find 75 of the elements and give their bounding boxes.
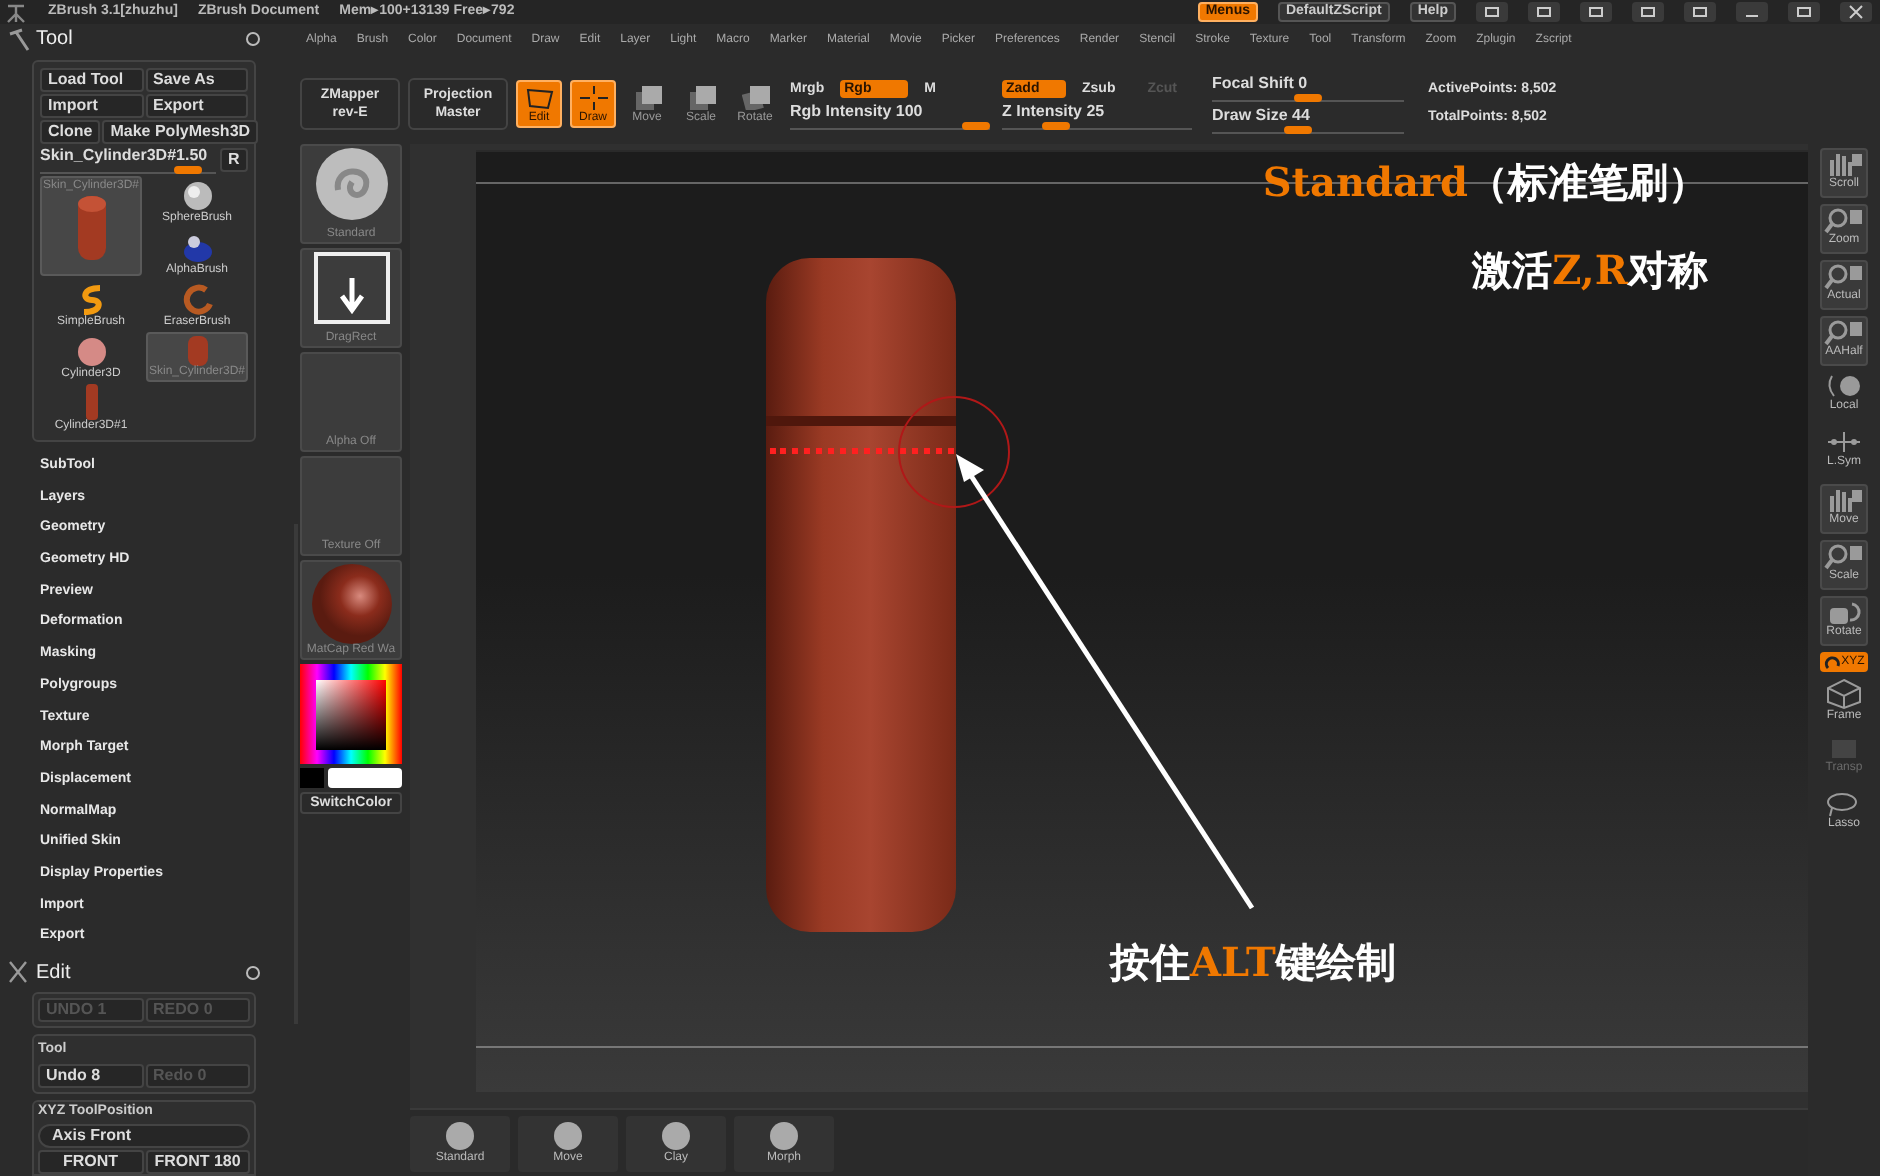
magnifier-icon	[1824, 206, 1864, 234]
edit-frame-icon	[523, 85, 555, 109]
slider-label: Draw Size 44	[1212, 106, 1312, 126]
focal-slider-track[interactable]	[1212, 94, 1404, 102]
cube-icon	[1824, 678, 1864, 710]
scissors-icon	[6, 960, 30, 985]
history-button[interactable]: Undo 8	[38, 1063, 143, 1087]
magnifier-icon	[1824, 262, 1864, 290]
refresh-icon[interactable]	[244, 963, 262, 982]
slider-thumb[interactable]	[1294, 94, 1322, 102]
slider-label: Focal Shift 0	[1212, 74, 1310, 94]
close-icon[interactable]	[1840, 2, 1872, 22]
annotation-text: 按住	[1110, 938, 1190, 986]
color-picker[interactable]	[300, 664, 402, 764]
secondary-color-swatch[interactable]	[328, 768, 402, 788]
palette-title[interactable]: Tool	[36, 24, 238, 55]
annotation-text: Standard	[1262, 158, 1468, 206]
blob-icon	[181, 231, 213, 264]
position-button[interactable]: FRONT	[38, 1150, 143, 1174]
reset-button[interactable]: R	[220, 147, 248, 172]
rotate-axis-icon	[1823, 653, 1842, 671]
annotation-text: 键绘制	[1275, 938, 1396, 986]
hammer-icon	[6, 27, 30, 52]
swirl-icon	[77, 283, 105, 316]
rgb-slider-track[interactable]	[790, 121, 990, 129]
tool-button[interactable]: Save As	[145, 67, 248, 92]
tool-button[interactable]: Export	[145, 93, 248, 118]
rotate-mode-icon	[741, 85, 769, 109]
z-slider-track[interactable]	[1002, 121, 1192, 129]
sphere-icon	[309, 562, 393, 644]
tool-button[interactable]: Load Tool	[40, 67, 143, 92]
magnifier-icon	[1824, 542, 1864, 570]
figure-logo-icon	[4, 1, 28, 23]
cylinder-icon	[183, 335, 211, 366]
tool-button[interactable]: Make PolyMesh3D	[102, 119, 259, 144]
minimize-icon[interactable]	[1736, 2, 1768, 22]
restore-icon[interactable]	[1788, 2, 1820, 22]
rod-icon	[83, 383, 99, 420]
annotation-text: ALT	[1190, 938, 1276, 986]
slider-label: Skin_Cylinder3D#1.50	[40, 145, 210, 166]
rotate-icon	[1824, 598, 1864, 626]
brush-sphere-icon	[444, 1120, 476, 1152]
brush-sphere-icon	[313, 146, 389, 222]
refresh-icon[interactable]	[244, 30, 262, 49]
slider-thumb[interactable]	[1284, 126, 1313, 134]
drag-rect-icon	[311, 250, 391, 326]
slider-thumb[interactable]	[173, 165, 202, 174]
move-mode-icon	[633, 85, 661, 109]
ring-icon	[181, 283, 213, 316]
position-button[interactable]: FRONT 180	[145, 1150, 250, 1174]
brush-sphere-icon	[552, 1120, 584, 1152]
annotation-text: 对称	[1628, 246, 1708, 294]
slider-thumb[interactable]	[962, 121, 990, 129]
magnifier-icon	[1824, 318, 1864, 346]
palette-title[interactable]: Edit	[36, 957, 238, 988]
axis-button[interactable]: Axis Front	[38, 1124, 250, 1148]
crosshair-icon	[579, 85, 607, 109]
tool-button[interactable]: Clone	[40, 119, 101, 144]
annotation-text: Z,R	[1552, 246, 1628, 294]
brush-sphere-icon	[660, 1120, 692, 1152]
tool-slider-track[interactable]	[40, 165, 216, 174]
slider-thumb[interactable]	[1042, 121, 1071, 129]
sphere-icon	[181, 179, 213, 212]
brush-sphere-icon	[768, 1120, 800, 1152]
primary-color-swatch[interactable]	[300, 768, 324, 788]
size-slider-track[interactable]	[1212, 126, 1404, 134]
tool-button[interactable]: Import	[40, 93, 143, 118]
annotation-text: 激活	[1472, 246, 1553, 294]
slider-label: Z Intensity 25	[1002, 101, 1107, 121]
slider-label: Rgb Intensity 100	[790, 101, 925, 121]
local-pivot-icon	[1824, 372, 1864, 400]
disc-icon	[75, 335, 107, 368]
annotation-text: （标准笔刷）	[1468, 158, 1708, 206]
scale-mode-icon	[687, 85, 715, 109]
symmetry-icon	[1824, 428, 1864, 456]
